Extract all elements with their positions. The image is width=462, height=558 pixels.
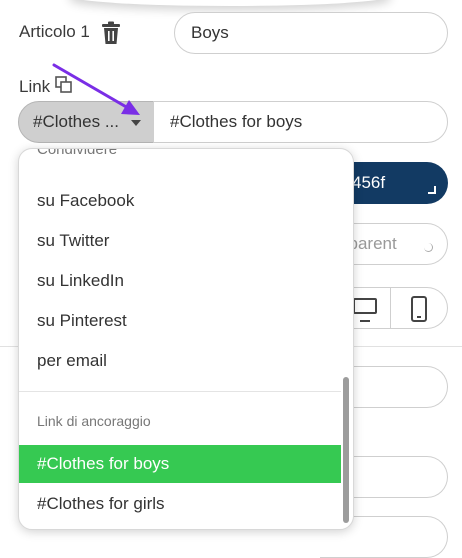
article-label: Articolo 1: [19, 22, 90, 41]
item-label: #Clothes for girls: [37, 494, 165, 513]
dropdown-item-linkedin[interactable]: su LinkedIn: [19, 262, 341, 300]
dropdown-item-clothes-for-boys[interactable]: #Clothes for boys: [19, 445, 341, 483]
link-type-dropdown: Condividere su Facebook su Twitter su Li…: [18, 148, 354, 530]
resize-grip-icon: [428, 186, 436, 194]
link-type-value: #Clothes ...: [33, 112, 119, 131]
dropdown-scrollbar[interactable]: [343, 377, 349, 523]
dropdown-item-pinterest[interactable]: su Pinterest: [19, 302, 341, 340]
color-value: 456f: [352, 173, 386, 192]
desktop-icon[interactable]: [353, 298, 377, 322]
dropdown-divider: [19, 391, 341, 392]
mobile-icon[interactable]: [411, 296, 427, 322]
item-label: per email: [37, 351, 107, 370]
item-label: su LinkedIn: [37, 271, 124, 290]
dropdown-item-twitter[interactable]: su Twitter: [19, 222, 341, 260]
duplicate-link-icon[interactable]: [55, 76, 73, 94]
divider: [390, 288, 391, 328]
dropdown-item-facebook[interactable]: su Facebook: [19, 182, 341, 220]
item-label: #Clothes for boys: [37, 454, 170, 473]
item-label: su Pinterest: [37, 311, 127, 330]
article-name-value: Boys: [191, 23, 229, 42]
dropdown-item-clothes-for-girls[interactable]: #Clothes for girls: [19, 485, 341, 523]
item-label: su Facebook: [37, 191, 135, 210]
link-target-value: #Clothes for boys: [170, 112, 303, 131]
top-panel-edge: [70, 0, 390, 6]
caret-down-icon: [131, 120, 141, 126]
dropdown-group-label: Condividere: [37, 148, 118, 158]
resize-grip-icon: [424, 243, 433, 252]
link-type-select[interactable]: #Clothes ...: [18, 101, 154, 143]
item-label: su Twitter: [37, 231, 110, 250]
link-target-input[interactable]: #Clothes for boys: [153, 101, 448, 143]
trash-icon[interactable]: [101, 21, 121, 45]
dropdown-item-email[interactable]: per email: [19, 342, 341, 380]
link-label: Link: [19, 77, 51, 96]
article-name-input[interactable]: Boys: [174, 12, 448, 54]
device-toggle: [340, 287, 448, 329]
dropdown-group-label: Link di ancoraggio: [37, 413, 151, 429]
